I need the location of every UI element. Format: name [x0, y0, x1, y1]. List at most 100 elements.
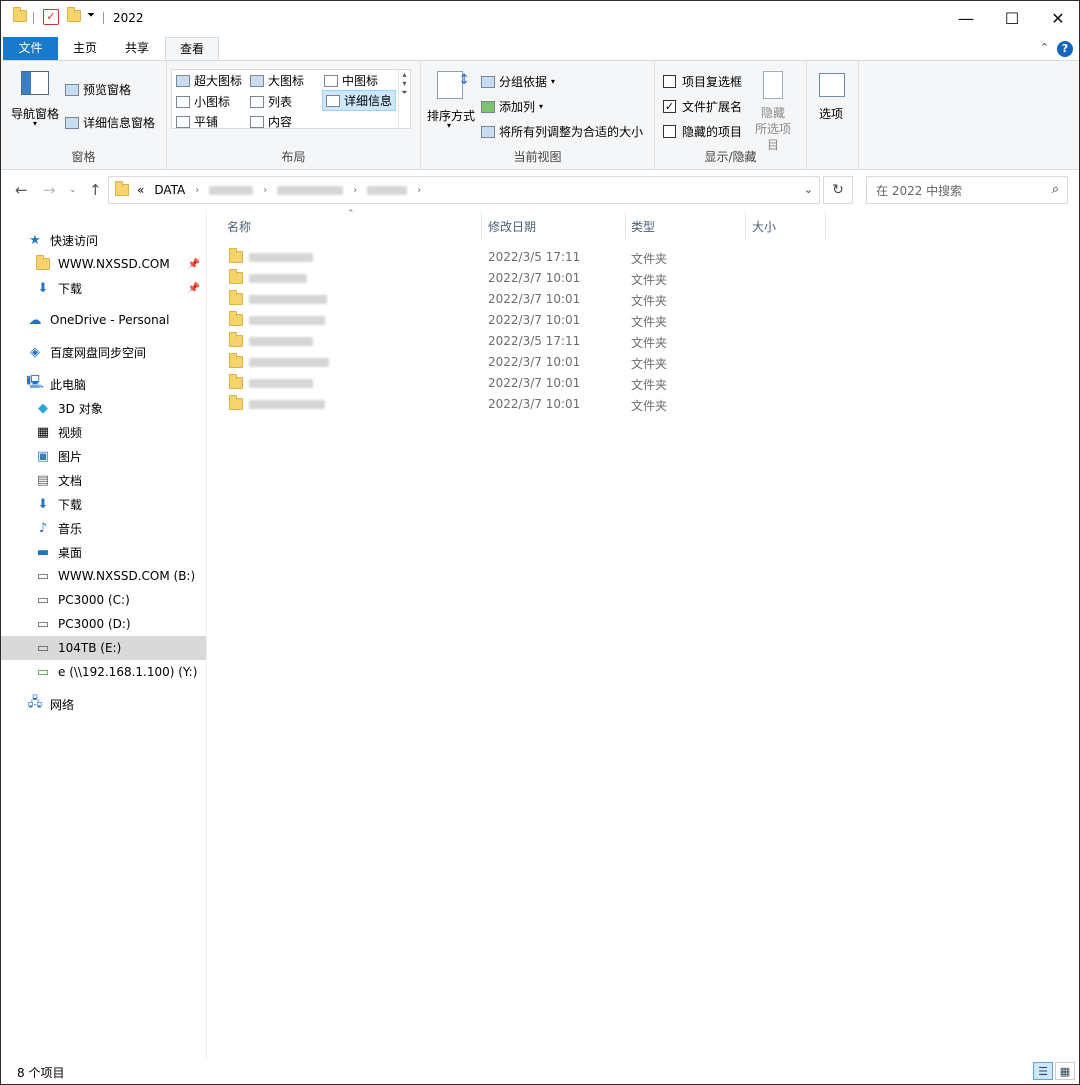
extra-large-icons-label: 超大图标	[194, 74, 243, 88]
nav-music[interactable]: ♪ 音乐	[1, 516, 206, 540]
file-row[interactable]: 2022/3/7 10:01 文件夹	[209, 351, 829, 372]
file-name-blurred	[249, 337, 313, 346]
preview-pane-button[interactable]: 预览窗格	[65, 81, 131, 98]
file-extensions-toggle[interactable]: ✓ 文件扩展名	[663, 98, 742, 115]
navigation-pane-icon[interactable]	[21, 71, 49, 95]
maximize-button[interactable]: ☐	[989, 1, 1035, 35]
column-header-modified[interactable]: 修改日期	[488, 213, 624, 239]
extra-large-icons-option[interactable]: 超大图标	[176, 72, 242, 89]
content-option[interactable]: 内容	[250, 113, 292, 130]
column-header-name[interactable]: 名称	[227, 213, 479, 239]
file-row[interactable]: 2022/3/7 10:01 文件夹	[209, 267, 829, 288]
file-row[interactable]: 2022/3/7 10:01 文件夹	[209, 393, 829, 414]
column-header-size[interactable]: 大小	[752, 213, 822, 239]
customize-toolbar-icon[interactable]: ⏷	[87, 10, 95, 28]
search-box[interactable]: 在 2022 中搜索 ⌕	[866, 176, 1068, 204]
file-name-blurred	[249, 316, 325, 325]
tiles-option[interactable]: 平铺	[176, 113, 218, 130]
layout-scroll[interactable]: ▴ ▾ ⏷	[398, 70, 410, 128]
nav-pinned-downloads[interactable]: ⬇ 下载 📌	[1, 276, 206, 300]
recent-locations-icon[interactable]: ⌄	[69, 185, 77, 195]
help-icon[interactable]: ?	[1057, 41, 1073, 57]
nav-desktop[interactable]: ▬ 桌面	[1, 540, 206, 564]
nav-downloads[interactable]: ⬇ 下载	[1, 492, 206, 516]
folder-icon	[229, 269, 243, 284]
nav-drive-e[interactable]: ▭ 104TB (E:)	[1, 636, 206, 660]
small-icons-option[interactable]: 小图标	[176, 93, 230, 110]
details-pane-button[interactable]: 详细信息窗格	[65, 114, 155, 131]
nav-desktop-label: 桌面	[58, 545, 83, 560]
breadcrumb-blurred[interactable]	[209, 185, 254, 195]
details-option[interactable]: 详细信息	[322, 90, 397, 111]
nav-drive-b[interactable]: ▭ WWW.NXSSD.COM (B:)	[1, 564, 206, 588]
file-row[interactable]: 2022/3/7 10:01 文件夹	[209, 372, 829, 393]
nav-documents[interactable]: ▤ 文档	[1, 468, 206, 492]
column-divider[interactable]	[481, 213, 482, 239]
item-checkboxes-checkbox[interactable]	[663, 75, 676, 88]
breadcrumb-overflow[interactable]: «	[137, 183, 144, 197]
folder-icon	[229, 353, 243, 368]
new-folder-icon[interactable]	[67, 7, 81, 28]
file-row[interactable]: 2022/3/7 10:01 文件夹	[209, 288, 829, 309]
breadcrumb-blurred[interactable]	[367, 185, 408, 195]
breadcrumb-blurred[interactable]	[277, 185, 344, 195]
nav-drive-d[interactable]: ▭ PC3000 (D:)	[1, 612, 206, 636]
nav-onedrive[interactable]: ☁ OneDrive - Personal	[1, 308, 206, 332]
nav-pictures[interactable]: ▣ 图片	[1, 444, 206, 468]
tab-home[interactable]: 主页	[59, 37, 111, 61]
file-row[interactable]: 2022/3/5 17:11 文件夹	[209, 330, 829, 351]
nav-drive-c[interactable]: ▭ PC3000 (C:)	[1, 588, 206, 612]
file-extensions-checkbox[interactable]: ✓	[663, 100, 676, 113]
minimize-button[interactable]: —	[943, 1, 989, 35]
folder-icon	[229, 248, 243, 263]
back-arrow-icon[interactable]: ←	[15, 181, 28, 199]
close-button[interactable]: ✕	[1035, 1, 1080, 35]
medium-icons-option[interactable]: 中图标	[324, 72, 378, 89]
large-icons-option[interactable]: 大图标	[250, 72, 304, 89]
list-option[interactable]: 列表	[250, 93, 292, 110]
tab-share[interactable]: 共享	[111, 37, 163, 61]
nav-network[interactable]: 🖧 网络	[1, 692, 206, 716]
nav-drive-e-label: 104TB (E:)	[58, 641, 122, 655]
properties-icon[interactable]: ✓	[43, 9, 59, 25]
collapse-ribbon-icon[interactable]: ⌃	[1040, 41, 1049, 54]
nav-3d-objects[interactable]: ◆ 3D 对象	[1, 396, 206, 420]
column-header-type[interactable]: 类型	[631, 213, 741, 239]
address-bar[interactable]: « DATA › › › › ⌄	[108, 176, 820, 204]
group-by-button[interactable]: 分组依据 ▾	[481, 73, 555, 90]
breadcrumb-separator: ›	[353, 184, 358, 196]
folder-icon	[229, 332, 243, 347]
column-divider[interactable]	[745, 213, 746, 239]
add-columns-button[interactable]: 添加列 ▾	[481, 98, 543, 115]
tab-file[interactable]: 文件	[3, 37, 58, 61]
options-icon[interactable]	[819, 73, 845, 97]
up-arrow-icon[interactable]: ↑	[89, 181, 102, 199]
item-checkboxes-toggle[interactable]: 项目复选框	[663, 73, 742, 90]
large-icons-view-icon[interactable]: ▦	[1055, 1062, 1075, 1080]
details-view-icon[interactable]: ☰	[1033, 1062, 1053, 1080]
hidden-items-checkbox[interactable]	[663, 125, 676, 138]
file-row[interactable]: 2022/3/5 17:11 文件夹	[209, 246, 829, 267]
address-dropdown-icon[interactable]: ⌄	[804, 183, 813, 196]
item-checkboxes-label: 项目复选框	[682, 75, 743, 89]
breadcrumb-data[interactable]: DATA	[154, 183, 185, 197]
column-divider[interactable]	[825, 213, 826, 239]
sort-by-icon[interactable]: ↕	[437, 71, 470, 99]
nav-quick-access[interactable]: ★ 快速访问	[1, 228, 206, 252]
file-modified-date: 2022/3/7 10:01	[488, 376, 581, 390]
nav-drive-y[interactable]: ▭ e (\\192.168.1.100) (Y:)	[1, 660, 206, 684]
refresh-button[interactable]: ↻	[823, 176, 853, 204]
nav-pinned-nxssd[interactable]: WWW.NXSSD.COM 📌	[1, 252, 206, 276]
column-divider[interactable]	[625, 213, 626, 239]
file-row[interactable]: 2022/3/7 10:01 文件夹	[209, 309, 829, 330]
forward-arrow-icon[interactable]: →	[43, 181, 56, 199]
tab-view[interactable]: 查看	[165, 37, 220, 61]
nav-baidu[interactable]: ◈ 百度网盘同步空间	[1, 340, 206, 364]
hidden-items-toggle[interactable]: 隐藏的项目	[663, 123, 742, 140]
size-all-columns-button[interactable]: 将所有列调整为合适的大小	[481, 123, 643, 140]
options-button[interactable]: 选项	[819, 105, 843, 122]
panes-group-label: 窗格	[71, 150, 96, 164]
nav-videos[interactable]: ▦ 视频	[1, 420, 206, 444]
sync-folder-icon: ◈	[30, 344, 40, 360]
nav-this-pc[interactable]: 🖳 此电脑	[1, 372, 206, 396]
